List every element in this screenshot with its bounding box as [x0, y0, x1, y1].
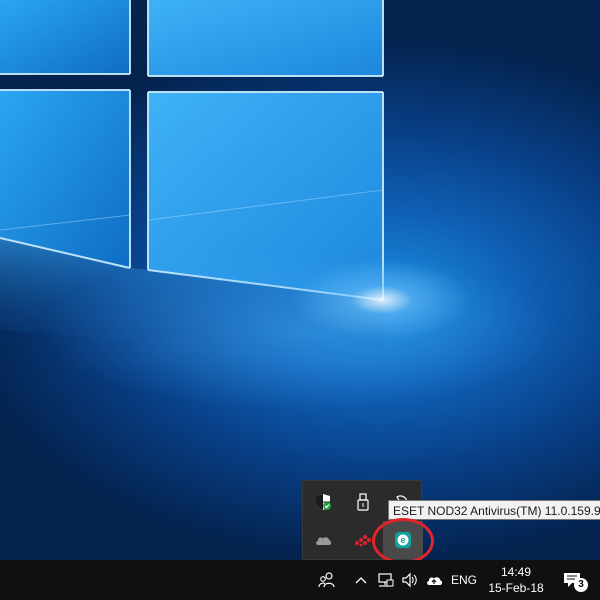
logo-pane-bottom-right [148, 92, 383, 300]
show-hidden-icons-chevron-icon[interactable] [350, 560, 372, 600]
clock-time: 14:49 [500, 565, 532, 579]
logo-pane-bottom-left [0, 90, 130, 268]
windows-defender-shield-icon[interactable] [303, 483, 343, 521]
onedrive-cloud-icon[interactable] [303, 521, 343, 559]
language-indicator[interactable]: ENG [448, 560, 480, 600]
clock[interactable]: 14:49 15-Feb-18 [484, 560, 548, 600]
clock-date: 15-Feb-18 [488, 581, 544, 595]
logo-pane-top-left [0, 0, 130, 74]
logo-pane-top-right [148, 0, 383, 76]
onedrive-icon[interactable] [422, 560, 446, 600]
usb-safely-remove-icon[interactable] [343, 483, 383, 521]
desktop: e ESET NOD32 Antivirus(TM) 11.0.159.9 EN… [0, 0, 600, 600]
highlight-circle [372, 518, 434, 564]
people-icon[interactable] [312, 560, 342, 600]
action-center-button[interactable]: 3 [552, 560, 592, 600]
network-icon[interactable] [374, 560, 398, 600]
eset-tooltip: ESET NOD32 Antivirus(TM) 11.0.159.9 [388, 500, 600, 520]
notification-count-badge: 3 [574, 578, 588, 592]
volume-icon[interactable] [398, 560, 422, 600]
taskbar: ENG 14:49 15-Feb-18 3 [0, 560, 600, 600]
